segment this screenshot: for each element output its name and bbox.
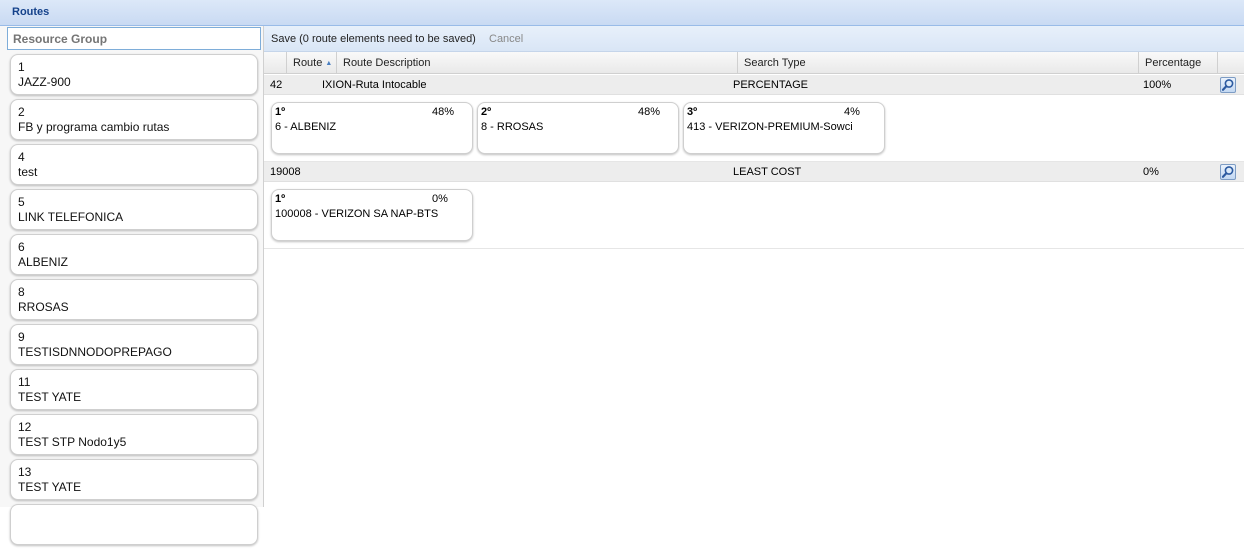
routes-toolbar: Save (0 route elements need to be saved)… xyxy=(264,26,1244,52)
route-elements-area: 1º 48% 6 - ALBENIZ 2º 48% 8 - RROSAS 3º … xyxy=(264,96,1244,162)
routes-panel-header: Routes xyxy=(0,0,1244,26)
resource-group-name: ALBENIZ xyxy=(18,255,69,269)
route-number: 19008 xyxy=(270,166,301,178)
route-element-card[interactable]: 1º 48% 6 - ALBENIZ xyxy=(271,102,473,154)
resource-group-input[interactable] xyxy=(7,27,261,50)
column-header-percentage[interactable]: Percentage xyxy=(1138,52,1217,74)
element-name: 100008 - VERIZON SA NAP-BTS xyxy=(275,208,439,220)
route-percentage: 100% xyxy=(1143,79,1172,91)
resource-group-name: LINK TELEFONICA xyxy=(18,210,124,224)
column-header-search-type[interactable]: Search Type xyxy=(737,52,1138,74)
resource-group-item[interactable]: 4 test xyxy=(10,144,258,185)
resource-group-item[interactable]: 1 JAZZ-900 xyxy=(10,54,258,95)
element-name: 6 - ALBENIZ xyxy=(275,121,337,133)
resource-group-list: 1 JAZZ-900 2 FB y programa cambio rutas … xyxy=(10,54,258,549)
resource-group-name: RROSAS xyxy=(18,300,69,314)
route-element-card[interactable]: 3º 4% 413 - VERIZON-PREMIUM-Sowci xyxy=(683,102,885,154)
resource-group-item[interactable]: 8 RROSAS xyxy=(10,279,258,320)
element-order: 1º xyxy=(275,193,286,205)
cancel-button[interactable]: Cancel xyxy=(489,33,523,45)
resource-group-item[interactable] xyxy=(10,504,258,545)
resource-group-id: 13 xyxy=(18,465,32,479)
resource-group-name: test xyxy=(18,165,38,179)
route-number: 42 xyxy=(270,79,283,91)
resource-group-id: 6 xyxy=(18,240,25,254)
sort-ascending-icon: ▲ xyxy=(325,60,333,67)
resource-group-id: 4 xyxy=(18,150,25,164)
resource-group-id: 9 xyxy=(18,330,25,344)
resource-group-item[interactable]: 12 TEST STP Nodo1y5 xyxy=(10,414,258,455)
resource-group-name: TEST STP Nodo1y5 xyxy=(18,435,127,449)
element-percent: 48% xyxy=(432,106,455,118)
header-spacer xyxy=(264,52,286,74)
resource-group-id: 5 xyxy=(18,195,25,209)
resource-group-item[interactable]: 6 ALBENIZ xyxy=(10,234,258,275)
element-order: 2º xyxy=(481,106,492,118)
element-name: 8 - RROSAS xyxy=(481,121,544,133)
resource-group-name: FB y programa cambio rutas xyxy=(18,120,170,134)
route-element-card[interactable]: 1º 0% 100008 - VERIZON SA NAP-BTS xyxy=(271,189,473,241)
resource-group-name: TEST YATE xyxy=(18,390,82,404)
resource-group-name: TESTISDNNODOPREPAGO xyxy=(18,345,172,359)
route-element-card[interactable]: 2º 48% 8 - RROSAS xyxy=(477,102,679,154)
resource-group-id: 12 xyxy=(18,420,32,434)
element-percent: 4% xyxy=(844,106,860,118)
resource-group-name: TEST YATE xyxy=(18,480,82,494)
route-description: IXION-Ruta Intocable xyxy=(322,79,427,91)
route-search-type: PERCENTAGE xyxy=(733,79,808,91)
grid-header: Route ▲ Route Description Search Type Per… xyxy=(264,52,1244,74)
search-button[interactable] xyxy=(1220,164,1236,180)
resource-group-id: 1 xyxy=(18,60,25,74)
element-percent: 48% xyxy=(638,106,661,118)
route-elements-area: 1º 0% 100008 - VERIZON SA NAP-BTS xyxy=(264,183,1244,249)
element-name: 413 - VERIZON-PREMIUM-Sowci xyxy=(687,121,853,133)
resource-group-name: JAZZ-900 xyxy=(18,75,71,89)
resource-group-panel: 1 JAZZ-900 2 FB y programa cambio rutas … xyxy=(0,26,264,545)
routes-grid-panel: Save (0 route elements need to be saved)… xyxy=(264,26,1244,507)
search-button[interactable] xyxy=(1220,77,1236,93)
resource-group-item[interactable]: 2 FB y programa cambio rutas xyxy=(10,99,258,140)
element-percent: 0% xyxy=(432,193,448,205)
column-header-route-label: Route xyxy=(293,57,323,69)
route-row[interactable]: 42 IXION-Ruta Intocable PERCENTAGE 100% xyxy=(264,75,1244,95)
column-header-route[interactable]: Route ▲ xyxy=(286,52,336,74)
resource-group-item[interactable]: 13 TEST YATE xyxy=(10,459,258,500)
element-order: 1º xyxy=(275,106,286,118)
element-order: 3º xyxy=(687,106,698,118)
resource-group-item[interactable]: 9 TESTISDNNODOPREPAGO xyxy=(10,324,258,365)
column-header-description[interactable]: Route Description xyxy=(336,52,737,74)
route-search-type: LEAST COST xyxy=(733,166,802,178)
route-row[interactable]: 19008 LEAST COST 0% xyxy=(264,162,1244,182)
resource-group-id: 2 xyxy=(18,105,25,119)
magnifier-icon xyxy=(1221,79,1234,91)
resource-group-item[interactable]: 11 TEST YATE xyxy=(10,369,258,410)
column-header-actions xyxy=(1217,52,1244,74)
resource-group-id: 11 xyxy=(18,375,31,389)
route-percentage: 0% xyxy=(1143,166,1159,178)
save-button[interactable]: Save (0 route elements need to be saved) xyxy=(271,33,476,45)
resource-group-item[interactable]: 5 LINK TELEFONICA xyxy=(10,189,258,230)
panel-title: Routes xyxy=(12,6,50,18)
magnifier-icon xyxy=(1221,166,1234,178)
resource-group-id: 8 xyxy=(18,285,25,299)
